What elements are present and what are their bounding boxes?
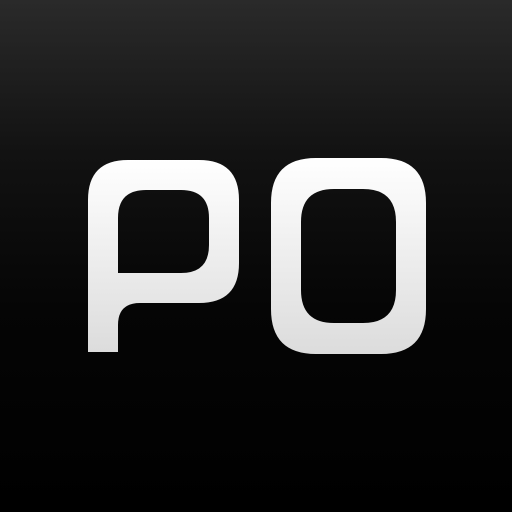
letter-p-glyph: [88, 160, 239, 352]
letter-o-glyph: [271, 158, 426, 354]
app-icon-tile: PO: [0, 0, 512, 512]
po-logo: [88, 158, 426, 354]
